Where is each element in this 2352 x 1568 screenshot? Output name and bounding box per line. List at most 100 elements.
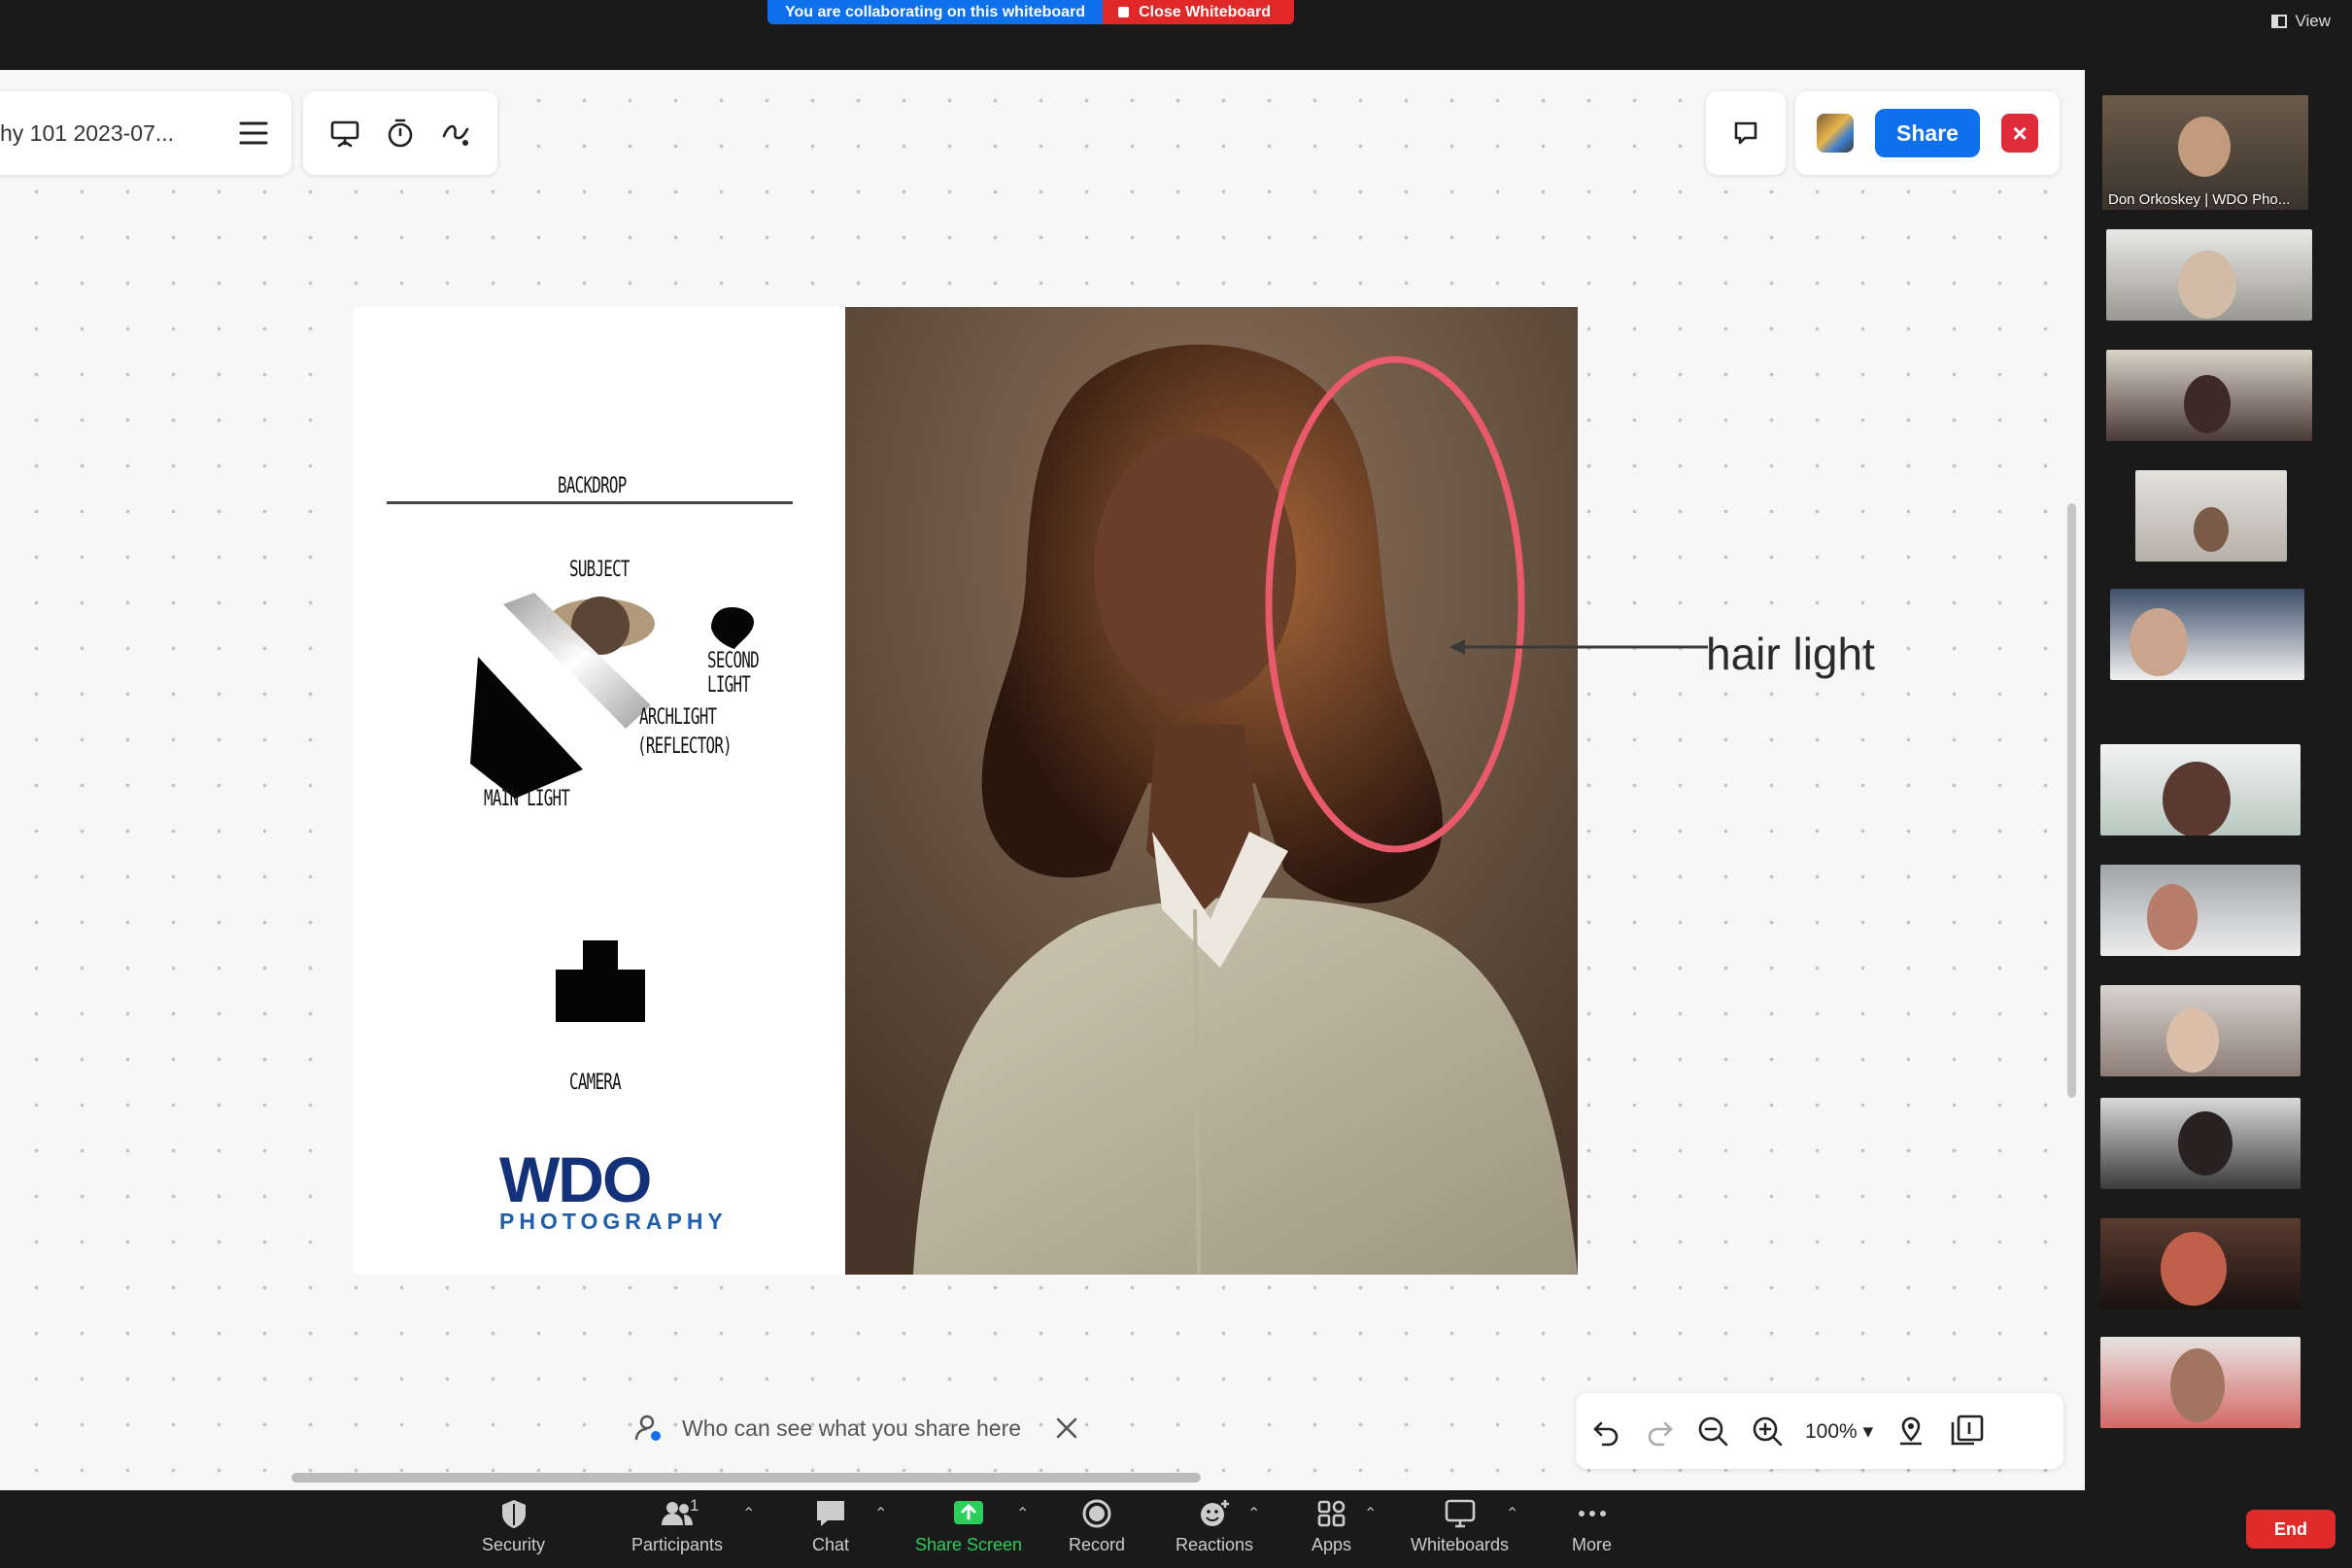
comments-button[interactable] bbox=[1706, 91, 1786, 175]
close-board-button[interactable]: × bbox=[2001, 114, 2038, 153]
participant-video bbox=[2166, 1008, 2219, 1073]
map-pin-icon[interactable] bbox=[1894, 1415, 1927, 1448]
participant-video bbox=[2161, 1232, 2227, 1306]
participant-video bbox=[2184, 375, 2231, 433]
security-button[interactable]: Security bbox=[482, 1498, 545, 1555]
whiteboard-title-bar: hy 101 2023-07... bbox=[0, 91, 291, 175]
close-whiteboard-label: Close Whiteboard bbox=[1139, 3, 1272, 20]
more-button[interactable]: More bbox=[1572, 1498, 1612, 1555]
more-label: More bbox=[1572, 1535, 1613, 1554]
main-light-label: MAIN LIGHT bbox=[484, 787, 570, 811]
whiteboard-banner: You are collaborating on this whiteboard… bbox=[767, 0, 1295, 24]
close-icon: × bbox=[2012, 118, 2028, 148]
participant-tile[interactable] bbox=[2100, 985, 2301, 1076]
participant-video bbox=[2178, 1111, 2233, 1176]
shield-icon bbox=[501, 1500, 526, 1528]
whiteboard-canvas[interactable]: hy 101 2023-07... Share × BACKDROP SUBJE… bbox=[0, 70, 2085, 1490]
participant-tile[interactable] bbox=[2100, 744, 2301, 835]
reactions-label: Reactions bbox=[1176, 1535, 1254, 1554]
hair-light-label[interactable]: hair light bbox=[1706, 628, 1875, 680]
horizontal-scrollbar[interactable] bbox=[291, 1473, 1201, 1483]
participant-tile[interactable] bbox=[2100, 1098, 2301, 1189]
record-label: Record bbox=[1069, 1535, 1126, 1554]
backdrop-label: BACKDROP bbox=[558, 474, 627, 498]
participant-tile-host[interactable]: Don Orkoskey | WDO Pho... bbox=[2102, 95, 2308, 210]
wdo-logo: WDO PHOTOGRAPHY bbox=[499, 1143, 728, 1235]
zoom-level-select[interactable]: 100% ▾ bbox=[1805, 1419, 1873, 1444]
share-screen-button[interactable]: Share Screen bbox=[915, 1498, 1022, 1555]
archlight-label: ARCHLIGHT bbox=[639, 705, 717, 730]
participant-tile[interactable] bbox=[2106, 229, 2312, 321]
end-meeting-button[interactable]: End bbox=[2246, 1510, 2335, 1549]
participant-video bbox=[2170, 1348, 2225, 1422]
share-screen-label: Share Screen bbox=[915, 1535, 1023, 1554]
lighting-slide[interactable]: BACKDROP SUBJECT SECOND LIGHT ARCHLIGHT … bbox=[354, 307, 1578, 1275]
zoom-in-icon[interactable] bbox=[1751, 1415, 1784, 1448]
meeting-controls: Security Participants 1 ⌃ Chat ⌃ Share S… bbox=[0, 1490, 2352, 1568]
apps-label: Apps bbox=[1312, 1535, 1352, 1554]
redo-icon[interactable] bbox=[1644, 1415, 1675, 1447]
participant-video bbox=[2178, 251, 2236, 319]
participant-count: 1 bbox=[690, 1496, 699, 1515]
logo-main: WDO bbox=[499, 1143, 652, 1215]
participant-tile[interactable] bbox=[2106, 350, 2312, 441]
view-button[interactable]: View bbox=[2271, 12, 2331, 31]
lighting-setup-illustration bbox=[470, 593, 754, 799]
participant-gallery: Don Orkoskey | WDO Pho... bbox=[2096, 84, 2352, 1444]
laser-pointer-icon[interactable] bbox=[439, 117, 472, 150]
zoom-out-icon[interactable] bbox=[1696, 1415, 1729, 1448]
hair-light-circle[interactable] bbox=[845, 307, 1578, 1275]
comment-icon bbox=[1734, 121, 1757, 145]
chat-icon bbox=[817, 1501, 845, 1526]
view-layout-icon bbox=[2271, 15, 2288, 28]
participants-caret-icon[interactable]: ⌃ bbox=[742, 1504, 755, 1523]
vertical-scrollbar[interactable] bbox=[2067, 503, 2076, 1098]
zoom-level: 100% bbox=[1805, 1419, 1858, 1443]
share-button[interactable]: Share bbox=[1874, 109, 1981, 157]
present-icon[interactable] bbox=[328, 117, 361, 150]
participant-tile[interactable] bbox=[2100, 865, 2301, 956]
participant-tile[interactable] bbox=[2110, 589, 2304, 680]
subject-label: SUBJECT bbox=[569, 558, 630, 582]
share-screen-icon bbox=[954, 1501, 984, 1524]
hair-light-arrow[interactable] bbox=[1448, 635, 1710, 659]
participant-tile[interactable] bbox=[2135, 470, 2287, 562]
chat-caret-icon[interactable]: ⌃ bbox=[874, 1504, 887, 1523]
person-visibility-icon bbox=[634, 1415, 661, 1441]
reactions-caret-icon[interactable]: ⌃ bbox=[1247, 1504, 1260, 1523]
chevron-down-icon: ▾ bbox=[1862, 1419, 1874, 1443]
participants-label: Participants bbox=[631, 1535, 724, 1554]
apps-caret-icon[interactable]: ⌃ bbox=[1364, 1504, 1377, 1523]
who-can-see-notice: Who can see what you share here bbox=[633, 1401, 1079, 1455]
whiteboard-title[interactable]: hy 101 2023-07... bbox=[0, 120, 174, 147]
camera-icon bbox=[556, 940, 645, 1022]
whiteboards-button[interactable]: Whiteboards bbox=[1411, 1498, 1509, 1555]
record-button[interactable]: Record bbox=[1069, 1498, 1125, 1555]
reactions-button[interactable]: Reactions bbox=[1176, 1498, 1253, 1555]
who-can-see-text: Who can see what you share here bbox=[682, 1415, 1022, 1441]
chat-button[interactable]: Chat bbox=[812, 1498, 849, 1555]
menu-icon[interactable] bbox=[239, 120, 268, 146]
participant-tile[interactable] bbox=[2100, 1337, 2301, 1428]
record-icon bbox=[1082, 1499, 1111, 1528]
dismiss-icon[interactable] bbox=[1054, 1415, 1079, 1441]
participant-video bbox=[2194, 507, 2229, 552]
participant-tile[interactable] bbox=[2100, 1218, 2301, 1310]
user-avatar[interactable] bbox=[1817, 114, 1854, 153]
logo-sub: PHOTOGRAPHY bbox=[499, 1209, 728, 1234]
participant-name: Don Orkoskey | WDO Pho... bbox=[2108, 191, 2291, 208]
close-whiteboard-button[interactable]: Close Whiteboard bbox=[1103, 0, 1295, 24]
undo-icon[interactable] bbox=[1591, 1415, 1622, 1447]
apps-button[interactable]: Apps bbox=[1312, 1498, 1351, 1555]
pages-icon[interactable] bbox=[1949, 1415, 1986, 1448]
reflector-label: (REFLECTOR) bbox=[637, 734, 733, 759]
whiteboards-caret-icon[interactable]: ⌃ bbox=[1506, 1504, 1518, 1523]
timer-icon[interactable] bbox=[384, 117, 417, 150]
participants-button[interactable]: Participants bbox=[631, 1498, 723, 1555]
participant-video bbox=[2163, 762, 2231, 835]
share-caret-icon[interactable]: ⌃ bbox=[1016, 1504, 1029, 1523]
smiley-icon bbox=[1201, 1500, 1230, 1526]
collab-notice: You are collaborating on this whiteboard bbox=[767, 0, 1104, 24]
participant-video bbox=[2178, 117, 2231, 177]
chat-label: Chat bbox=[812, 1535, 850, 1554]
